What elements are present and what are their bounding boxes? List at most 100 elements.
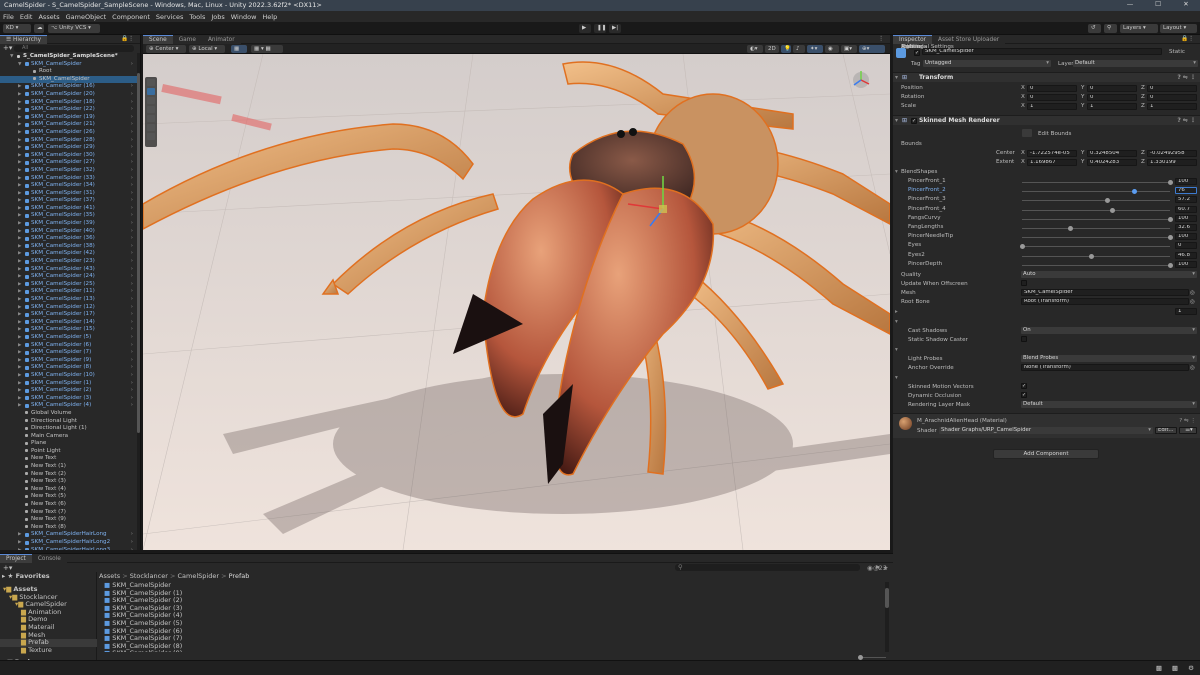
foldout-icon[interactable]: ▾ [895, 347, 898, 353]
expand-arrow-icon[interactable]: ▶ [18, 205, 21, 213]
menu-item-file[interactable]: File [3, 13, 14, 21]
prefab-open-icon[interactable]: › [131, 129, 133, 137]
hierarchy-row[interactable]: ▶ SKM_CamelSpider (34) › [0, 182, 138, 190]
expand-arrow-icon[interactable]: ▶ [18, 402, 21, 410]
transform-x-field[interactable]: 0 [1027, 84, 1077, 92]
prefab-open-icon[interactable]: › [131, 190, 133, 198]
transform-y-field[interactable]: 0 [1087, 93, 1137, 101]
tab-asset-store-uploader[interactable]: Asset Store Uploader [932, 35, 1006, 44]
blendshape-slider[interactable] [1022, 180, 1173, 185]
prefab-open-icon[interactable]: › [131, 121, 133, 129]
gizmos-icon[interactable]: ⊕▾ [859, 45, 885, 53]
hierarchy-row[interactable]: New Text (7) [0, 509, 138, 517]
layout-dropdown[interactable]: Layout ▾ [1160, 24, 1197, 33]
prefab-open-icon[interactable]: › [131, 182, 133, 190]
prefab-open-icon[interactable]: › [131, 326, 133, 334]
skinned-motion-vectors-checkbox[interactable]: ✓ [1021, 383, 1027, 389]
transform-z-field[interactable]: 1 [1147, 102, 1197, 110]
expand-arrow-icon[interactable]: ▶ [18, 121, 21, 129]
file-item[interactable]: ■ SKM_CamelSpider (2) [104, 596, 874, 605]
prefab-open-icon[interactable]: › [131, 144, 133, 152]
favorites-label[interactable]: ▸ ★ Favorites [2, 572, 50, 580]
file-item[interactable]: ■ SKM_CamelSpider (6) [104, 627, 874, 636]
prefab-open-icon[interactable]: › [131, 531, 133, 539]
blendshape-value-field[interactable]: 100 [1175, 260, 1197, 268]
center-x-field[interactable]: -1.722574e-05 [1027, 149, 1077, 157]
lighting-icon[interactable]: 💡 [781, 45, 791, 53]
cast-shadows-dropdown[interactable]: On [1021, 327, 1197, 334]
expand-arrow-icon[interactable]: ▶ [18, 91, 21, 99]
prefab-open-icon[interactable]: › [131, 205, 133, 213]
edit-bounds-icon[interactable] [1022, 129, 1032, 137]
prefab-open-icon[interactable]: › [131, 402, 133, 410]
transform-z-field[interactable]: 0 [1147, 93, 1197, 101]
account-button[interactable]: KD ▾ [3, 24, 31, 33]
audio-icon[interactable]: ♪ [793, 45, 805, 53]
prefab-open-icon[interactable]: › [131, 357, 133, 365]
slider-knob[interactable] [1104, 198, 1110, 204]
hierarchy-row[interactable]: ▶ SKM_CamelSpider (27) › [0, 159, 138, 167]
expand-arrow-icon[interactable]: ▶ [18, 547, 21, 550]
prefab-open-icon[interactable]: › [131, 349, 133, 357]
expand-arrow-icon[interactable]: ▶ [18, 144, 21, 152]
hierarchy-row[interactable]: ▶ SKM_CamelSpider (41) › [0, 205, 138, 213]
expand-arrow-icon[interactable]: ▶ [18, 334, 21, 342]
layers-dropdown[interactable]: Layers ▾ [1120, 24, 1158, 33]
tab-animator[interactable]: Animator [201, 35, 241, 44]
cloud-icon[interactable]: ☁ [34, 24, 44, 33]
hierarchy-row[interactable]: New Text (5) [0, 493, 138, 501]
light-probes-dropdown[interactable]: Blend Probes [1021, 355, 1197, 362]
extent-x-field[interactable]: 1.169867 [1027, 158, 1077, 166]
materials-count-field[interactable]: 1 [1175, 308, 1197, 315]
root-bone-field[interactable]: Root (Transform) [1021, 298, 1189, 305]
blendshape-value-field[interactable]: 100 [1175, 233, 1197, 241]
camera-icon[interactable]: ▣▾ [841, 45, 857, 53]
expand-arrow-icon[interactable]: ▶ [18, 311, 21, 319]
hierarchy-row[interactable]: ▶ SKM_CamelSpider (5) › [0, 334, 138, 342]
prefab-open-icon[interactable]: › [131, 334, 133, 342]
hierarchy-row[interactable]: ▼ S_CamelSpider_SampleScene* [0, 53, 138, 61]
breadcrumb-item[interactable]: Assets [99, 572, 120, 580]
menu-item-assets[interactable]: Assets [38, 13, 59, 21]
prefab-open-icon[interactable]: › [131, 250, 133, 258]
hierarchy-row[interactable]: Main Camera [0, 433, 138, 441]
menu-item-window[interactable]: Window [231, 13, 257, 21]
expand-arrow-icon[interactable]: ▶ [18, 372, 21, 380]
extent-z-field[interactable]: 1.330199 [1147, 158, 1197, 166]
expand-arrow-icon[interactable]: ▶ [18, 349, 21, 357]
rendering-layer-mask-dropdown[interactable]: Default [1021, 401, 1197, 408]
hierarchy-row[interactable]: ▶ SKM_CamelSpider (40) › [0, 228, 138, 236]
file-item[interactable]: ■ SKM_CamelSpider [104, 582, 874, 590]
prefab-open-icon[interactable]: › [131, 243, 133, 251]
hierarchy-row[interactable]: ▶ SKM_CamelSpider (24) › [0, 273, 138, 281]
hierarchy-row[interactable]: New Text (1) [0, 463, 138, 471]
expand-arrow-icon[interactable]: ▶ [18, 380, 21, 388]
tab-hierarchy[interactable]: ☰ Hierarchy [0, 35, 48, 44]
hierarchy-row[interactable]: ▶ SKM_CamelSpider (22) › [0, 106, 138, 114]
hierarchy-row[interactable]: ▶ SKM_CamelSpider (21) › [0, 121, 138, 129]
hierarchy-scrollbar[interactable] [137, 53, 140, 550]
hierarchy-row[interactable]: ▶ SKM_CamelSpider (19) › [0, 114, 138, 122]
shader-dropdown[interactable]: Shader Graphs/URP_CamelSpider [939, 427, 1153, 434]
hierarchy-row[interactable]: Directional Light (1) [0, 425, 138, 433]
active-checkbox[interactable]: ✓ [914, 50, 920, 56]
prefab-open-icon[interactable]: › [131, 137, 133, 145]
hierarchy-row[interactable]: New Text (8) [0, 524, 138, 532]
shader-list-icon[interactable]: ☰▾ [1179, 427, 1197, 434]
pivot-dropdown[interactable]: ⊕ Center ▾ [146, 45, 186, 53]
foldout-icon[interactable]: ▸ [895, 309, 898, 315]
hierarchy-row[interactable]: ▶ SKM_CamelSpider (36) › [0, 235, 138, 243]
expand-arrow-icon[interactable]: ▶ [18, 387, 21, 395]
prefab-open-icon[interactable]: › [131, 364, 133, 372]
hierarchy-row[interactable]: ▶ SKM_CamelSpider (31) › [0, 190, 138, 198]
expand-arrow-icon[interactable]: ▶ [18, 228, 21, 236]
hierarchy-row[interactable]: New Text (9) [0, 516, 138, 524]
hierarchy-row[interactable]: ▶ SKM_CamelSpider (17) › [0, 311, 138, 319]
file-item[interactable]: ■ SKM_CamelSpider (4) [104, 612, 874, 620]
expand-arrow-icon[interactable]: ▶ [18, 281, 21, 289]
transform-z-field[interactable]: 0 [1147, 84, 1197, 92]
breadcrumb-item[interactable]: Prefab [229, 572, 250, 580]
hierarchy-row[interactable]: ▶ SKM_CamelSpider (25) › [0, 281, 138, 289]
prefab-open-icon[interactable]: › [131, 83, 133, 91]
blendshape-slider[interactable] [1022, 189, 1170, 195]
